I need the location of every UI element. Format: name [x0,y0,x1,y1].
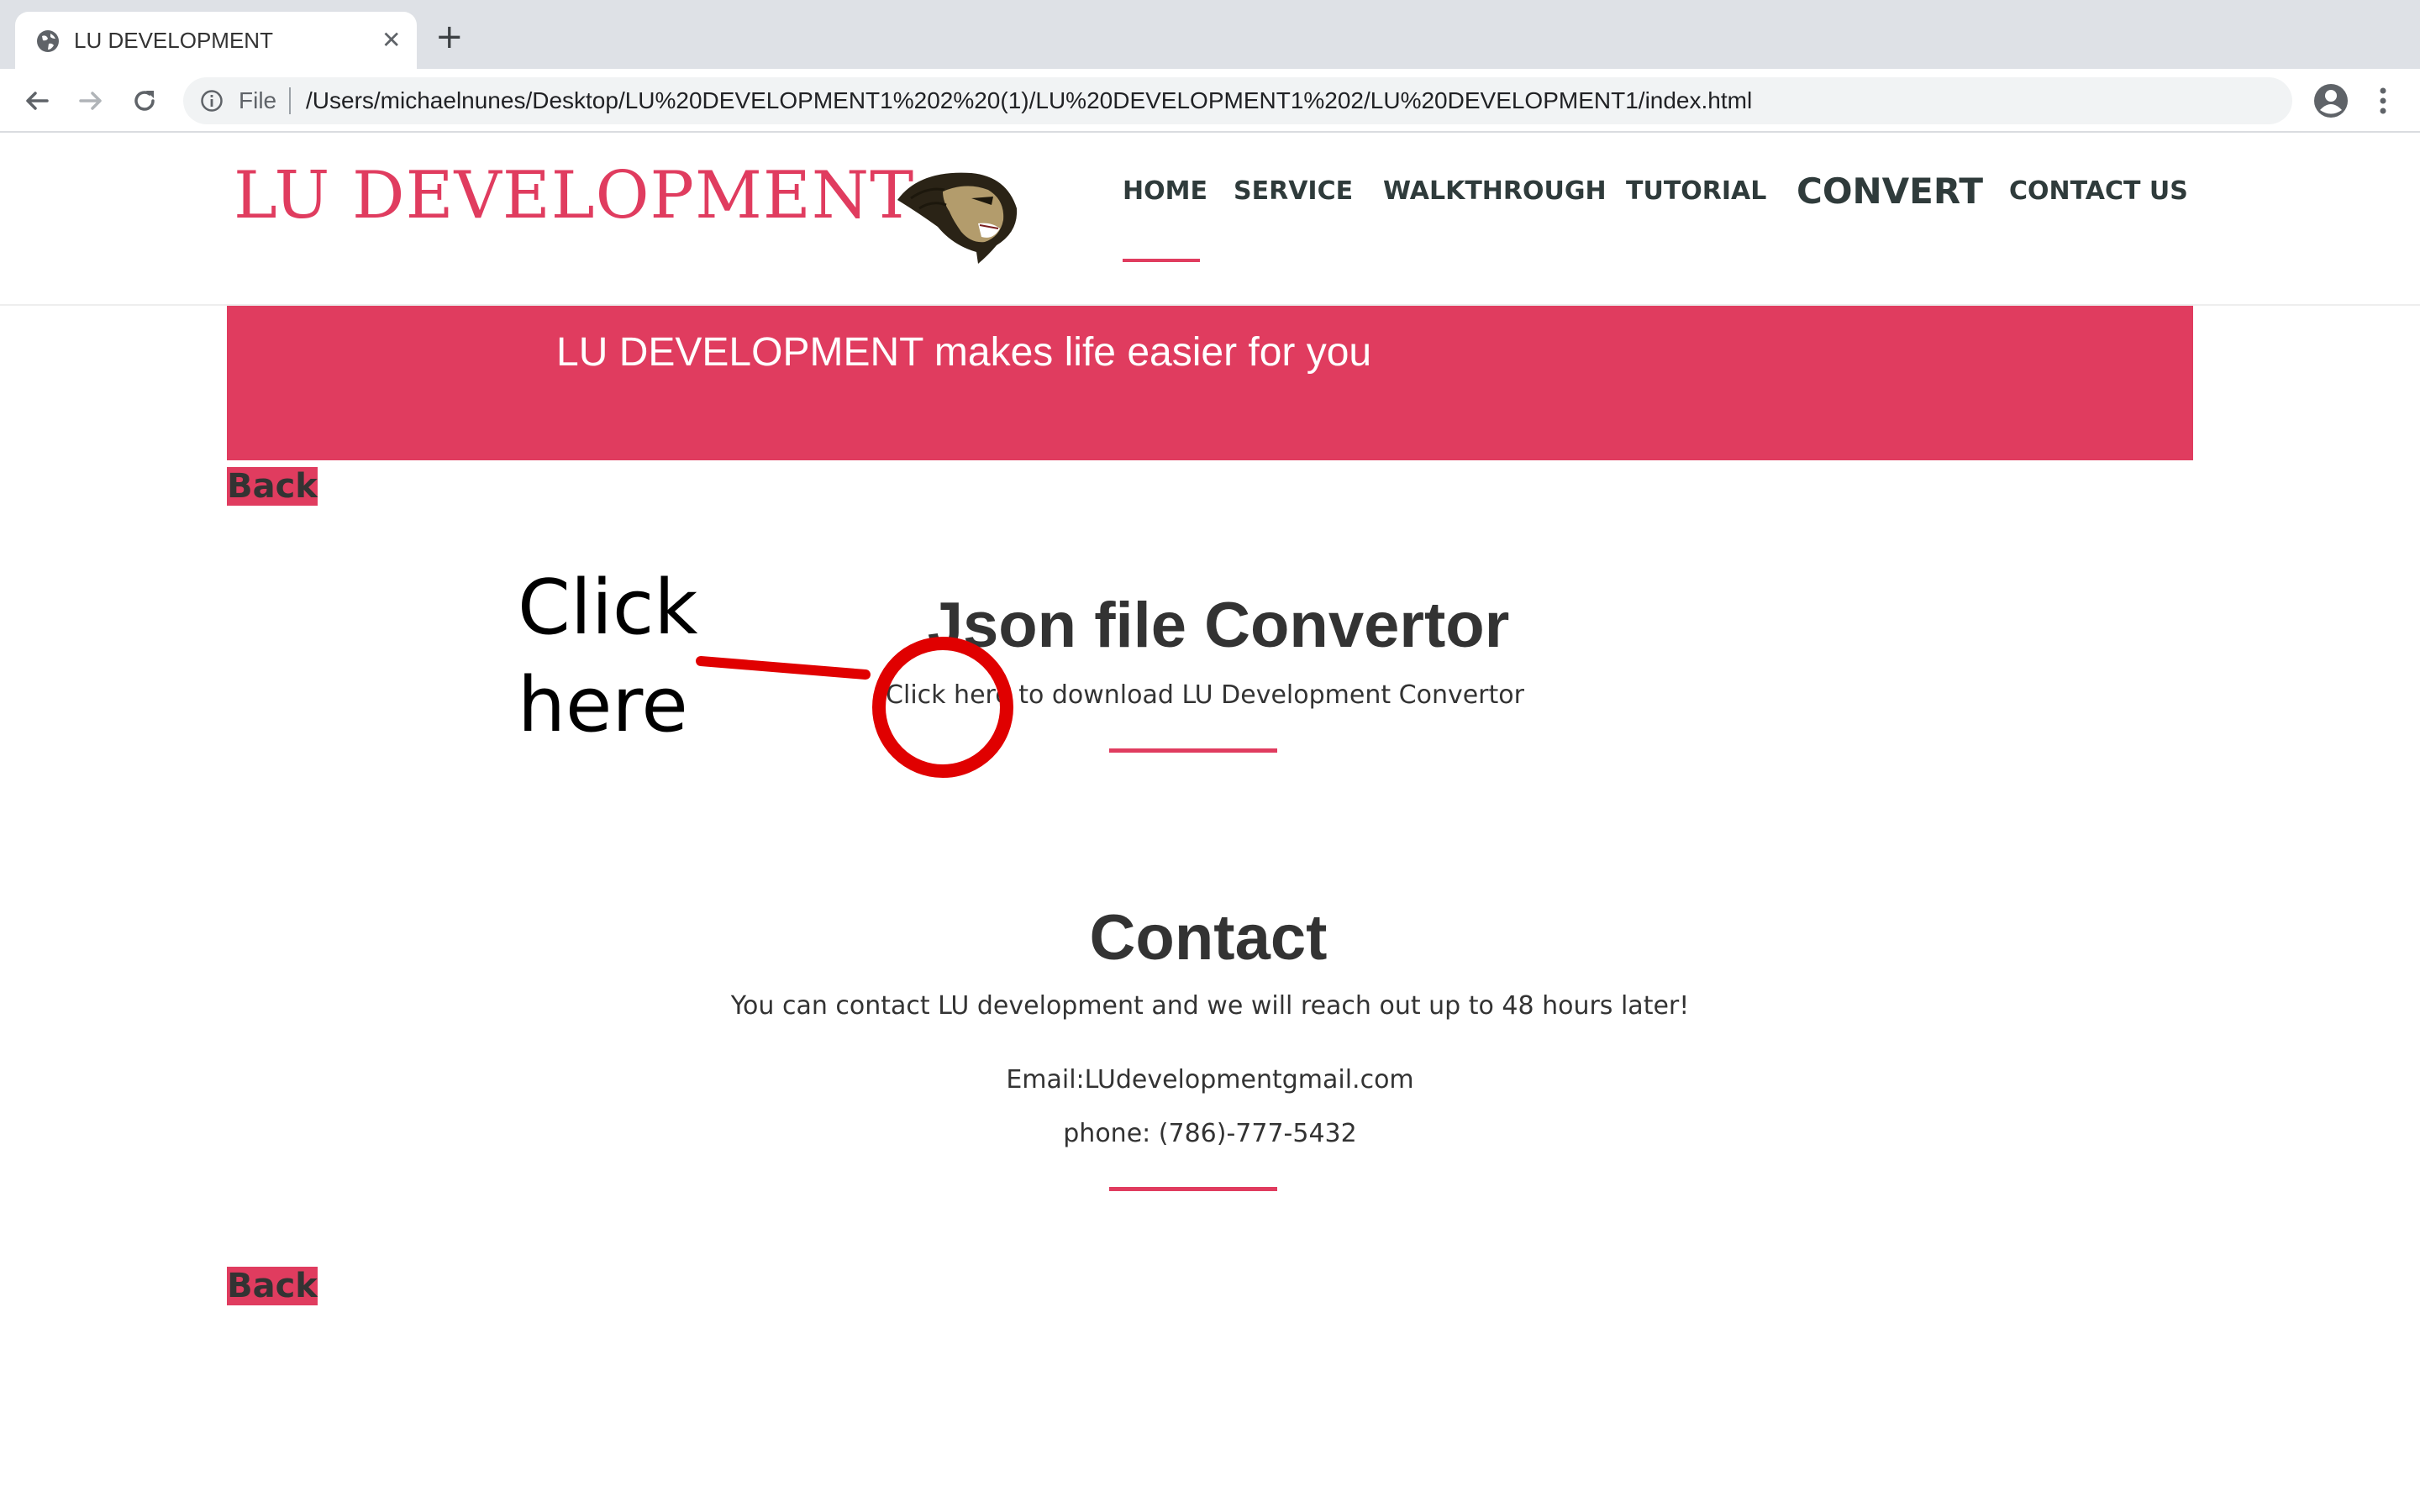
brand-title[interactable]: LU DEVELOPMENT [234,158,914,234]
annotation-text: Click here [518,559,697,754]
scheme-label: File [239,87,277,113]
back-arrow-icon[interactable] [20,84,54,118]
nav-service[interactable]: SERVICE [1234,175,1353,208]
contact-email: Email:LUdevelopmentgmail.com [1006,1065,1414,1095]
nav-convert[interactable]: CONVERT [1797,171,1983,212]
nav-home[interactable]: HOME [1123,175,1207,208]
annotation-line-1: Click [518,564,698,652]
convertor-text: Click here to download LU Development Co… [0,679,2415,712]
kebab-menu-icon[interactable] [2370,84,2396,118]
scheme-separator [289,87,291,114]
browser-tab[interactable]: LU DEVELOPMENT ✕ [15,12,417,69]
reload-icon[interactable] [128,84,161,118]
hero-banner: LU DEVELOPMENT makes life easier for you [227,306,2193,460]
contact-title: Contact [1089,902,1328,974]
lion-logo [897,172,1018,264]
url-text[interactable]: /Users/michaelnunes/Desktop/LU%20DEVELOP… [306,87,1752,114]
info-icon[interactable] [200,89,224,113]
browser-tabstrip: LU DEVELOPMENT ✕ + [0,0,2420,69]
section-divider [1109,748,1277,753]
forward-arrow-icon[interactable] [74,84,108,118]
contact-intro: You can contact LU development and we wi… [730,991,1690,1021]
nav-active-underline [1123,259,1200,262]
nav-contact-us[interactable]: CONTACT US [2009,175,2188,208]
contact-divider [1109,1187,1277,1191]
profile-icon[interactable] [2312,82,2349,119]
close-icon[interactable]: ✕ [381,27,401,54]
download-link[interactable]: Click here [886,680,1011,710]
contact-phone: phone: (786)-777-5432 [1063,1119,1357,1148]
browser-toolbar: File /Users/michaelnunes/Desktop/LU%20DE… [0,69,2420,133]
banner-text: LU DEVELOPMENT makes life easier for you [556,330,1372,375]
tab-title: LU DEVELOPMENT [74,28,273,53]
globe-icon [37,30,59,52]
new-tab-icon[interactable]: + [435,20,464,54]
annotation-line-2: here [518,661,688,749]
back-button-bottom[interactable]: Back [227,1267,318,1305]
nav-walkthrough[interactable]: WALKTHROUGH [1383,175,1607,208]
back-button-top[interactable]: Back [227,467,318,506]
site-header: LU DEVELOPMENT HOME SERVICE WALKTHROUGH … [0,133,2420,306]
nav-tutorial[interactable]: TUTORIAL [1626,175,1766,208]
convertor-title: Json file Convertor [927,590,1510,661]
convertor-text-rest: to download LU Development Convertor [1010,680,1524,710]
address-bar[interactable]: File /Users/michaelnunes/Desktop/LU%20DE… [183,77,2292,124]
